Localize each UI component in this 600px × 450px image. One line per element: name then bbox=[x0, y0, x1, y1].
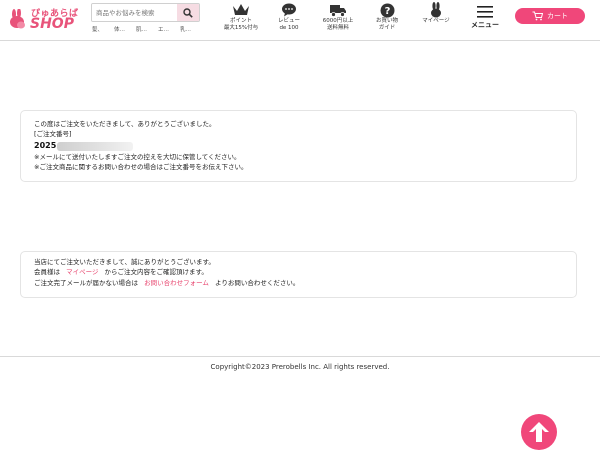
search-icon bbox=[183, 7, 193, 18]
info-line-2-after: からご注文内容をご確認頂けます。 bbox=[104, 268, 208, 276]
nav-points[interactable]: ポイント 最大15%付与 bbox=[215, 2, 267, 36]
nav-review-sublabel: de 100 bbox=[279, 24, 299, 31]
subnav-item[interactable]: 髪、 bbox=[92, 25, 114, 33]
nav-points-sublabel: 最大15%付与 bbox=[223, 24, 259, 31]
nav-shipping[interactable]: 6000円以上 送料無料 bbox=[312, 2, 364, 36]
rabbit-icon bbox=[431, 2, 441, 18]
site-header: ぴゅあらば SHOP 髪、 体… 肌… エ… 乳… ポイント 最大15%付与 bbox=[0, 0, 600, 41]
nav-menu[interactable]: メニュー bbox=[459, 2, 511, 36]
footer-divider bbox=[0, 356, 600, 357]
order-note-2: ※ご注文商品に関するお問い合わせの場合はご注文番号をお伝え下さい。 bbox=[34, 163, 248, 171]
info-line-2-before: 会員様は bbox=[34, 268, 60, 276]
nav-guide[interactable]: ? お買い物 ガイド bbox=[361, 2, 413, 36]
subnav-item[interactable]: 体… bbox=[114, 25, 136, 33]
nav-shipping-sublabel: 送料無料 bbox=[326, 24, 349, 31]
info-line-3: ご注文完了メールが届かない場合は お問い合わせフォーム よりお問い合わせください… bbox=[34, 279, 299, 288]
nav-guide-sublabel: ガイド bbox=[378, 24, 396, 31]
contact-form-link[interactable]: お問い合わせフォーム bbox=[144, 279, 209, 287]
logo-brand-shop: SHOP bbox=[30, 16, 74, 32]
mypage-link[interactable]: マイページ bbox=[66, 268, 98, 276]
order-number-value: 2025 bbox=[34, 141, 57, 150]
search-box bbox=[91, 3, 200, 22]
cart-label: カート bbox=[547, 12, 568, 20]
info-line-3-before: ご注文完了メールが届かない場合は bbox=[34, 279, 138, 287]
hamburger-icon bbox=[477, 6, 493, 18]
crown-icon bbox=[233, 4, 249, 15]
subnav-item[interactable]: エ… bbox=[158, 25, 180, 33]
info-line-2: 会員様は マイページ からご注文内容をご確認頂けます。 bbox=[34, 268, 208, 277]
cart-icon bbox=[532, 11, 543, 21]
truck-icon bbox=[330, 5, 346, 17]
search-button[interactable] bbox=[177, 4, 199, 21]
nav-mypage[interactable]: マイページ bbox=[410, 2, 462, 36]
nav-review[interactable]: レビュー de 100 bbox=[263, 2, 315, 36]
nav-mypage-label: マイページ bbox=[422, 18, 450, 24]
subnav-item[interactable]: 乳… bbox=[180, 25, 202, 33]
scroll-to-top-button[interactable] bbox=[521, 414, 557, 450]
info-line-3-after: よりお問い合わせください。 bbox=[214, 279, 300, 287]
cart-button[interactable]: カート bbox=[515, 8, 585, 24]
search-input[interactable] bbox=[92, 4, 178, 21]
arrow-up-icon bbox=[529, 422, 549, 442]
shop-logo[interactable]: ぴゅあらば SHOP bbox=[8, 5, 84, 33]
category-subnav: 髪、 体… 肌… エ… 乳… bbox=[92, 25, 202, 33]
speech-bubble-icon bbox=[282, 3, 296, 17]
rabbit-logo-icon bbox=[10, 9, 25, 29]
nav-menu-label: メニュー bbox=[471, 21, 499, 29]
info-line-1: 当店にてご注文いただきまして、誠にありがとうございます。 bbox=[34, 258, 215, 266]
thanks-message: この度はご注文をいただきまして、ありがとうございました。 bbox=[34, 120, 216, 128]
svg-text:?: ? bbox=[384, 6, 390, 17]
order-info-card: 当店にてご注文いただきまして、誠にありがとうございます。 会員様は マイページ … bbox=[20, 251, 577, 298]
order-number-redacted bbox=[57, 141, 134, 151]
question-icon: ? bbox=[380, 3, 394, 17]
order-note-1: ※メールにて送付いたしますご注文の控えを大切に保管してください。 bbox=[34, 153, 241, 161]
subnav-item[interactable]: 肌… bbox=[136, 25, 158, 33]
order-number-label: [ご注文番号] bbox=[34, 130, 72, 138]
order-complete-card: この度はご注文をいただきまして、ありがとうございました。 [ご注文番号] 202… bbox=[20, 110, 577, 182]
order-number: 2025 bbox=[34, 141, 134, 151]
copyright-text: Copyright©2023 Prerobells Inc. All right… bbox=[210, 363, 390, 371]
